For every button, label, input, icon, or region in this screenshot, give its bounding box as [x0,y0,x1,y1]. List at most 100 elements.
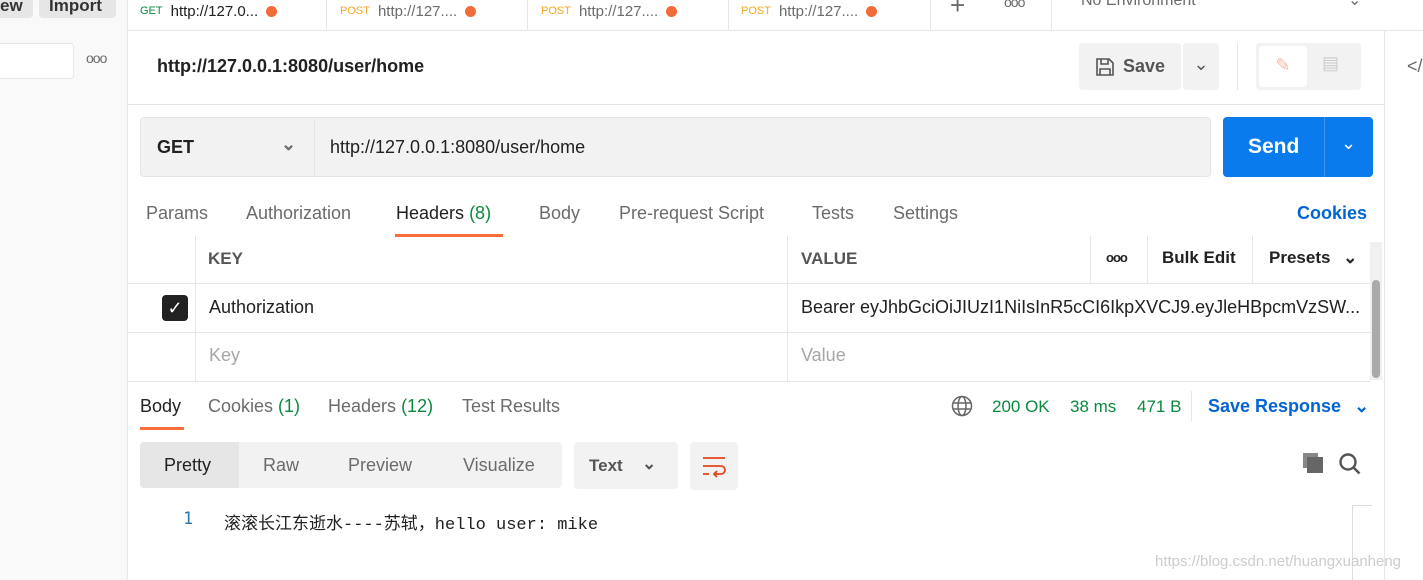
pencil-icon[interactable]: ✎ [1259,46,1307,87]
sidebar-search-input[interactable] [0,43,74,79]
chevron-down-icon: ⌄ [1343,248,1358,267]
presets-dropdown[interactable]: Presets ⌄ [1269,248,1357,268]
url-input[interactable]: http://127.0.0.1:8080/user/home [330,137,585,158]
send-button[interactable]: Send ⌄ [1223,117,1373,177]
tab-title: http://127.0... [170,2,259,20]
url-bar: GET ⌄ http://127.0.0.1:8080/user/home [140,117,1211,177]
format-select[interactable]: Text ⌄ [574,442,678,489]
request-title[interactable]: http://127.0.0.1:8080/user/home [157,56,424,77]
request-tab[interactable]: POST http://127.... [729,0,931,30]
bulk-edit-button[interactable]: Bulk Edit [1162,248,1236,268]
wrap-lines-icon[interactable] [690,442,738,490]
comment-icon[interactable]: ▤ [1322,53,1339,74]
response-tab-cookies[interactable]: Cookies (1) [208,396,300,417]
tab-method: POST [541,5,571,17]
row-checkbox[interactable]: ✓ [162,295,188,321]
edit-comment-group: ✎ ▤ [1256,43,1361,90]
chevron-down-icon[interactable]: ⌄ [1348,0,1361,10]
tab-headers[interactable]: Headers (8) [396,203,491,224]
response-tab-headers[interactable]: Headers (12) [328,396,433,417]
send-label: Send [1248,135,1300,158]
request-tab[interactable]: POST http://127.... [328,0,528,30]
save-icon [1096,57,1114,76]
divider [128,332,1370,333]
chevron-down-icon: ⌄ [281,134,297,154]
tab-authorization[interactable]: Authorization [246,203,351,224]
scrollbar-thumb[interactable] [1372,280,1380,378]
divider [787,236,788,382]
format-label: Text [589,456,623,475]
tab-method: POST [741,5,771,17]
more-icon[interactable]: ooo [1106,250,1128,265]
presets-label: Presets [1269,248,1331,267]
tab-title: http://127.... [578,2,659,20]
divider [128,381,1370,382]
divider [1252,236,1253,283]
tab-settings[interactable]: Settings [893,203,958,224]
divider [1237,43,1238,90]
view-mode-group: Pretty Raw Preview Visualize [140,442,562,488]
save-response-label: Save Response [1208,396,1342,416]
new-tab-plus-icon[interactable]: + [950,0,965,21]
sidebar: ew Import ooo [0,0,128,580]
search-icon[interactable] [1338,452,1362,476]
tab-label: Headers [328,396,397,416]
divider [1147,236,1148,283]
save-dropdown-button[interactable]: ⌄ [1183,43,1219,90]
active-tab-indicator [140,427,184,430]
tab-count: (8) [469,203,492,223]
request-tab-bar: GET http://127.0... POST http://127.... PO… [128,0,1423,31]
new-value-input[interactable]: Value [801,345,846,366]
tab-title: http://127.... [778,2,859,20]
chevron-down-icon: ⌄ [642,454,657,473]
new-key-input[interactable]: Key [209,345,240,366]
view-visualize[interactable]: Visualize [463,455,535,476]
divider [1191,391,1192,421]
header-key-cell[interactable]: Authorization [209,297,314,318]
scrollbar[interactable] [1370,242,1382,380]
new-button[interactable]: ew [0,0,33,18]
chevron-down-icon[interactable]: ⌄ [1341,133,1356,154]
environment-select[interactable]: No Environment [1081,0,1196,10]
watermark: https://blog.csdn.net/huangxuanheng [1155,553,1402,570]
save-button[interactable]: Save [1079,43,1181,90]
unsaved-dot-icon [666,5,678,17]
copy-icon[interactable] [1302,452,1324,474]
key-column-header: KEY [208,249,243,268]
response-size[interactable]: 471 B [1137,397,1181,417]
tab-label: Headers [396,203,465,223]
tab-count: (12) [401,396,434,416]
request-tab[interactable]: POST http://127.... [529,0,729,30]
view-pretty[interactable]: Pretty [140,442,239,488]
request-tab[interactable]: GET http://127.0... [128,0,327,30]
globe-icon[interactable] [951,395,973,417]
code-icon[interactable]: </ [1407,56,1423,77]
response-time[interactable]: 38 ms [1070,397,1116,417]
header-value-cell[interactable]: Bearer eyJhbGciOiJIUzI1NiIsInR5cCI6IkpXV… [801,297,1369,318]
import-button[interactable]: Import [39,0,116,18]
more-icon[interactable]: ooo [86,50,107,66]
status-code[interactable]: 200 OK [992,397,1050,417]
save-label: Save [1123,56,1166,76]
divider [1384,31,1385,580]
tabs-more-icon[interactable]: ooo [1004,0,1025,10]
tab-pre-request-script[interactable]: Pre-request Script [619,203,764,224]
tab-body[interactable]: Body [539,203,580,224]
response-body-line[interactable]: 滚滚长江东逝水----苏轼，hello user: mike [224,509,598,535]
view-raw[interactable]: Raw [263,455,299,476]
divider [1090,236,1091,283]
unsaved-dot-icon [465,5,477,17]
value-column-header: VALUE [801,249,858,268]
method-select[interactable]: GET ⌄ [141,118,315,176]
tab-count: (1) [278,396,301,416]
tab-params[interactable]: Params [146,203,208,224]
view-preview[interactable]: Preview [348,455,412,476]
import-label: Import [49,0,102,15]
save-response-button[interactable]: Save Response ⌄ [1208,396,1369,417]
cookies-link[interactable]: Cookies [1297,203,1367,224]
new-label: ew [0,0,23,15]
response-tab-body[interactable]: Body [140,396,181,417]
tab-tests[interactable]: Tests [812,203,854,224]
response-tab-test-results[interactable]: Test Results [462,396,560,417]
divider [1324,117,1325,177]
